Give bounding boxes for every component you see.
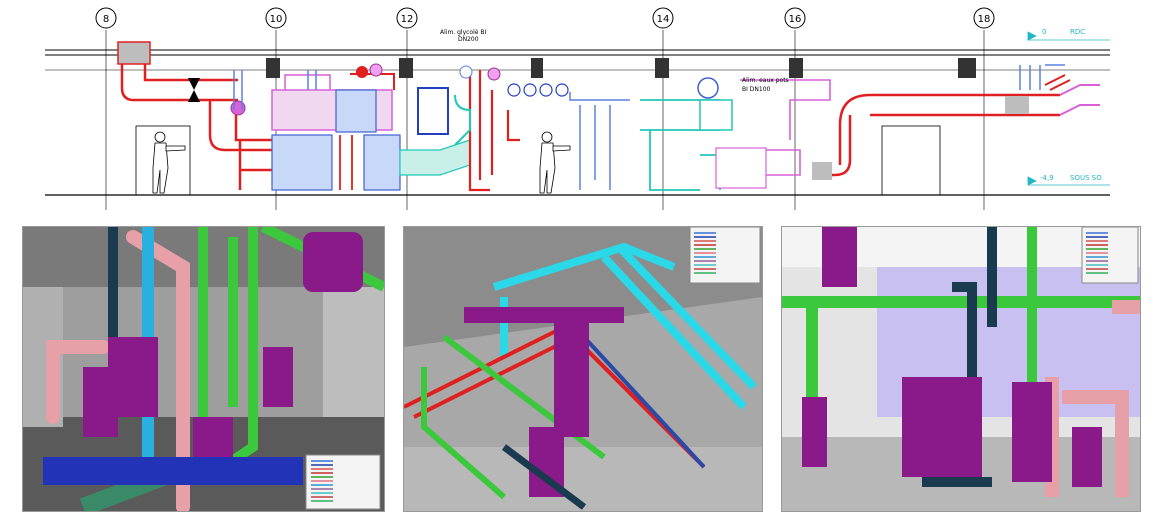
legend-box-3 (1081, 227, 1139, 284)
note-alim-eau: Alim. eaux pots (742, 77, 789, 84)
grid-label-18: 18 (978, 14, 991, 25)
3d-view-pumps-left (22, 226, 385, 512)
3d-view-heat-exchanger (781, 226, 1141, 512)
fire-damper-icon (188, 78, 200, 102)
grid-label-12: 12 (401, 14, 414, 25)
level-rdc-value: 0 (1042, 28, 1046, 36)
pipes-blue-center (569, 92, 630, 190)
pipe-cyan-elbow (454, 94, 471, 146)
duct-red-left (120, 50, 272, 190)
fittings-row (507, 83, 569, 97)
transition-duct (399, 139, 471, 176)
level-sous-sol-value: -4,9 (1040, 174, 1054, 182)
duct-red-riser (117, 41, 151, 65)
duct-red-right-piece (812, 162, 832, 180)
fan-icon-left (230, 100, 246, 116)
human-figure-right (539, 131, 571, 194)
doors (135, 125, 941, 196)
duct-pink-outlet (1059, 84, 1100, 116)
fan-icon-right (697, 77, 719, 99)
level-sous-sol-label: SOUS SO (1070, 174, 1102, 182)
grid-label-14: 14 (657, 14, 670, 25)
level-rdc-label: RDC (1070, 28, 1085, 36)
purple-unit (715, 147, 767, 189)
duct-red-right-grey (1005, 96, 1029, 114)
grid-label-16: 16 (789, 14, 802, 25)
grid-label-10: 10 (270, 14, 283, 25)
elevation-drawing: 8 10 12 14 16 18 Alim. glycolé BI DN200 … (0, 0, 1160, 215)
legend-box-2 (689, 227, 761, 284)
3d-view-manifold (403, 226, 763, 512)
note-alim-glycol-dn: DN200 (458, 36, 479, 43)
fitting-top-2 (487, 67, 501, 81)
cyan-box (699, 99, 733, 131)
fitting-top-1 (459, 65, 473, 79)
note-alim-eau-dn: BI DN100 (742, 86, 771, 93)
grid-bubbles (95, 7, 995, 29)
human-figure-left (152, 131, 186, 194)
pipes-red-right (1044, 74, 1071, 91)
coil-box (417, 87, 449, 135)
ahu-central (271, 63, 401, 191)
note-alim-glycol: Alim. glycolé BI (440, 29, 486, 36)
grid-label-8: 8 (103, 14, 109, 25)
